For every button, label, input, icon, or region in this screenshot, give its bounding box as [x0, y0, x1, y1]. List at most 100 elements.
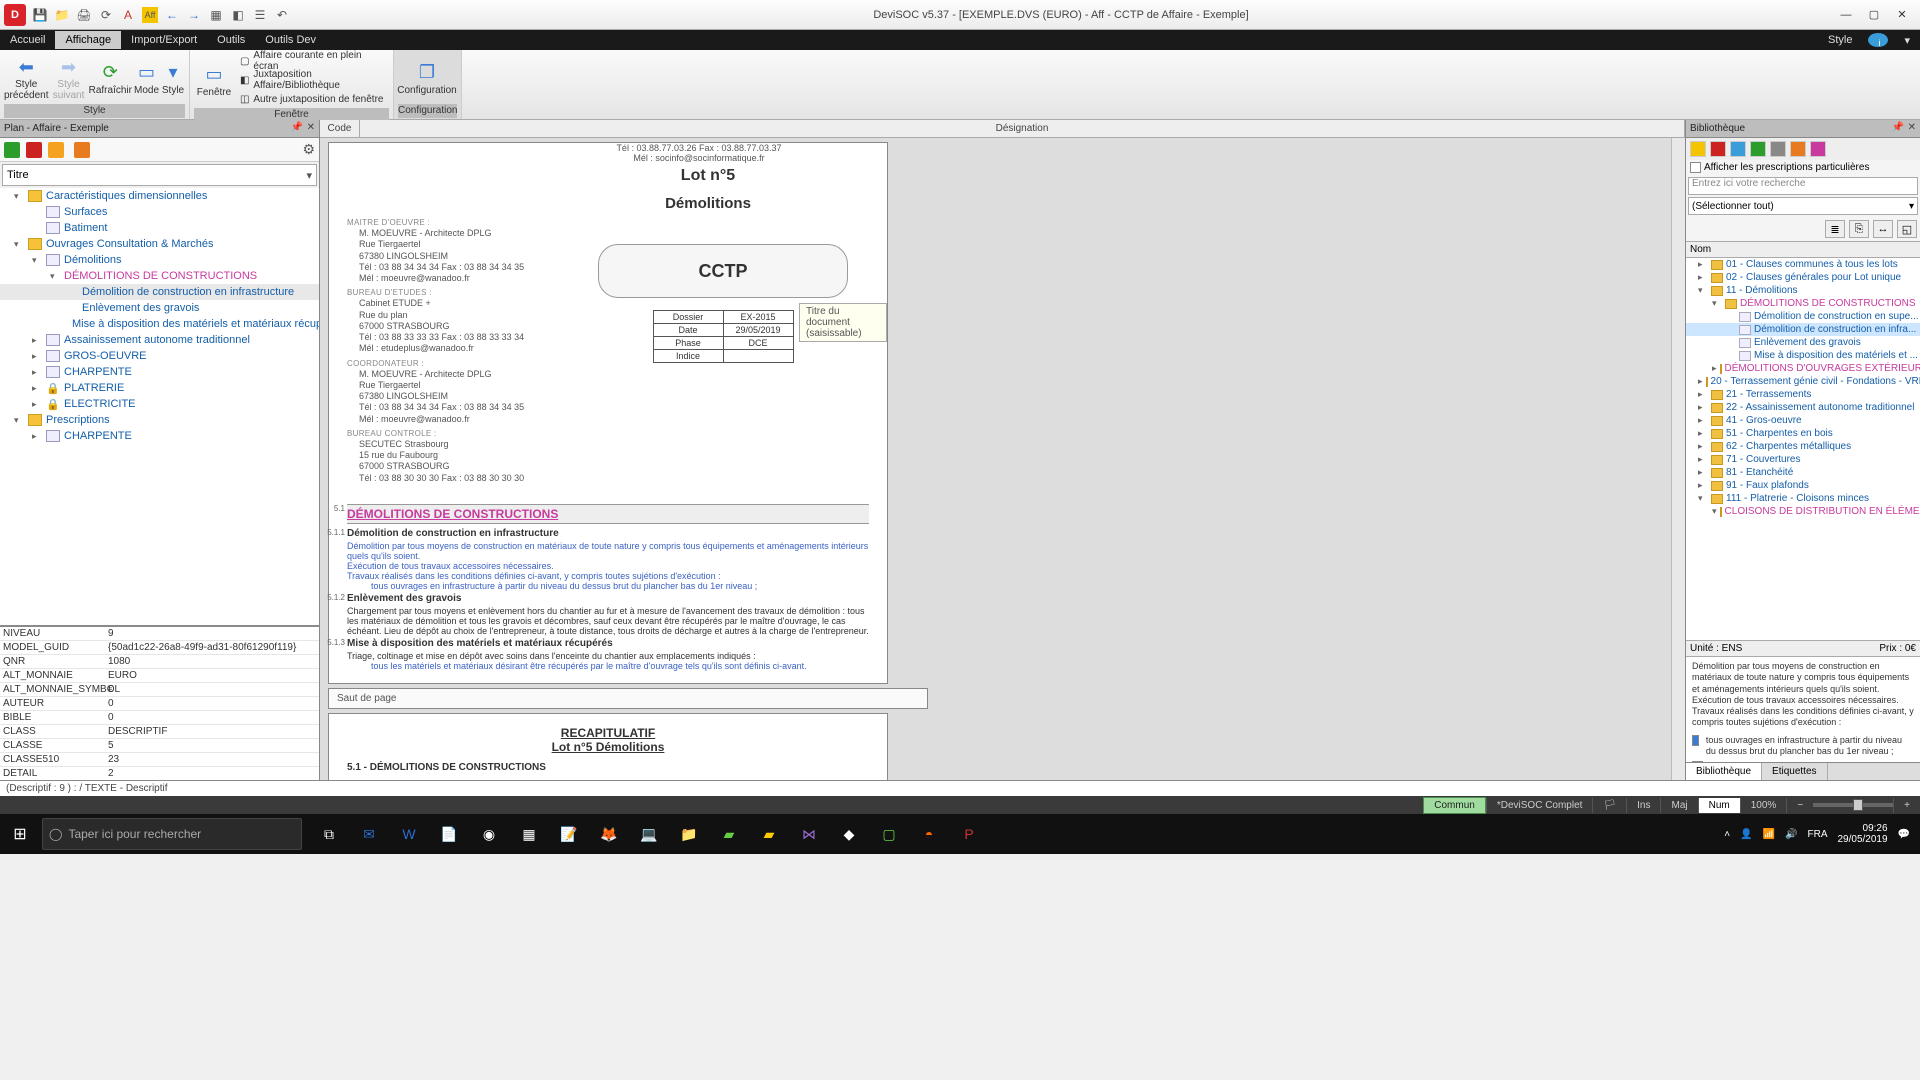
gear-icon[interactable]: ⚙ [302, 141, 315, 158]
expander-icon[interactable]: ▸ [1698, 480, 1708, 491]
expander-icon[interactable]: ▸ [1698, 389, 1708, 400]
chrome-icon[interactable]: ◉ [470, 815, 508, 853]
expander-icon[interactable]: ▸ [32, 351, 42, 362]
arrow-right-icon[interactable]: → [186, 7, 202, 23]
fullscreen-option[interactable]: ▢Affaire courante en plein écran [236, 52, 389, 70]
menu-style[interactable]: Style [1818, 31, 1862, 49]
vs-icon[interactable]: ⋈ [790, 815, 828, 853]
property-row[interactable]: BIBLE0 [0, 711, 319, 725]
expander-icon[interactable]: ▸ [32, 367, 42, 378]
menu-import-export[interactable]: Import/Export [121, 31, 207, 49]
tree-node[interactable]: ▾Prescriptions [0, 412, 319, 428]
tree-node[interactable]: ▾Caractéristiques dimensionnelles [0, 188, 319, 204]
view-btn-2[interactable]: ⎘ [1849, 220, 1869, 238]
juxta-option[interactable]: ◧Juxtaposition Affaire/Bibliothèque [236, 71, 389, 89]
plan-tree[interactable]: ▾Caractéristiques dimensionnellesSurface… [0, 188, 319, 625]
expander-icon[interactable]: ▾ [1698, 493, 1708, 504]
bib-node[interactable]: ▸91 - Faux plafonds [1686, 479, 1920, 492]
bib-node[interactable]: ▸02 - Clauses générales pour Lot unique [1686, 271, 1920, 284]
bib-node[interactable]: Démolition de construction en infra... [1686, 323, 1920, 336]
tab-etiquettes[interactable]: Etiquettes [1762, 763, 1827, 780]
cctp-title-box[interactable]: CCTP [598, 244, 848, 298]
property-row[interactable]: DETAIL2 [0, 767, 319, 780]
outlook-icon[interactable]: ✉ [350, 815, 388, 853]
property-row[interactable]: QNR1080 [0, 655, 319, 669]
list-icon[interactable] [26, 142, 42, 158]
property-row[interactable]: CLASSE51023 [0, 753, 319, 767]
style-button[interactable]: ▾Style [161, 52, 185, 104]
bib-node[interactable]: ▸20 - Terrassement génie civil - Fondati… [1686, 375, 1920, 388]
document-scroll[interactable]: Tél : 03.88.77.03.26 Fax : 03.88.77.03.3… [320, 138, 1671, 780]
refresh-button[interactable]: ⟳Rafraîchir [89, 52, 132, 104]
tree-node[interactable]: ▸GROS-OEUVRE [0, 348, 319, 364]
col-code[interactable]: Code [320, 120, 360, 137]
tool-icon[interactable] [1810, 141, 1826, 157]
style-prev-button[interactable]: ⬅Style précédent [4, 52, 48, 104]
bib-node[interactable]: ▸62 - Charpentes métalliques [1686, 440, 1920, 453]
notepad-icon[interactable]: 📄 [430, 815, 468, 853]
print-icon[interactable]: 🖨 [76, 7, 92, 23]
property-row[interactable]: ALT_MONNAIEEURO [0, 669, 319, 683]
bib-nom-header[interactable]: Nom [1686, 241, 1920, 258]
window-icon[interactable]: ◧ [230, 7, 246, 23]
col-designation[interactable]: Désignation [360, 120, 1685, 137]
word-icon[interactable]: W [390, 815, 428, 853]
network-icon[interactable]: 📶 [1763, 829, 1775, 840]
calc-icon[interactable]: ▦ [510, 815, 548, 853]
expander-icon[interactable]: ▾ [14, 415, 24, 426]
tool-icon[interactable] [1770, 141, 1786, 157]
refresh-icon[interactable]: ⟳ [98, 7, 114, 23]
view-btn-4[interactable]: ◱ [1897, 220, 1917, 238]
expander-icon[interactable]: ▸ [32, 431, 42, 442]
taskbar-search[interactable]: ◯Taper ici pour rechercher [42, 818, 302, 850]
pin-icon[interactable]: 📌 [1892, 122, 1904, 133]
close-icon[interactable]: ✕ [1908, 122, 1916, 133]
expander-icon[interactable]: ▸ [1698, 272, 1708, 283]
expander-icon[interactable]: ▸ [1698, 376, 1703, 387]
zoom-slider[interactable] [1813, 803, 1893, 807]
bib-node[interactable]: Démolition de construction en supe... [1686, 310, 1920, 323]
expander-icon[interactable]: ▾ [50, 271, 60, 282]
tray-chevron-up-icon[interactable]: ˄ [1724, 829, 1730, 840]
menubar-chevron-icon[interactable]: ▾ [1894, 31, 1920, 50]
zoom-out-icon[interactable]: − [1786, 798, 1813, 813]
view-btn-1[interactable]: ≣ [1825, 220, 1845, 238]
tree-node[interactable]: ▸🔒ELECTRICITE [0, 396, 319, 412]
app-icon[interactable]: ◓ [910, 815, 948, 853]
tree-node[interactable]: Démolition de construction en infrastruc… [0, 284, 319, 300]
mode-button[interactable]: ▭Mode [134, 52, 159, 104]
fenetre-button[interactable]: ▭Fenêtre [194, 54, 234, 106]
explorer-icon[interactable]: 📁 [670, 815, 708, 853]
close-button[interactable]: ✕ [1888, 5, 1916, 25]
style-next-button[interactable]: ➡Style suivant [50, 52, 86, 104]
property-row[interactable]: CLASSE5 [0, 739, 319, 753]
bib-node[interactable]: ▸71 - Couvertures [1686, 453, 1920, 466]
reload-icon[interactable] [4, 142, 20, 158]
minimize-button[interactable]: — [1832, 5, 1860, 25]
app-icon[interactable]: ▰ [710, 815, 748, 853]
bib-node[interactable]: ▾111 - Platrerie - Cloisons minces [1686, 492, 1920, 505]
app-icon[interactable]: ▰ [750, 815, 788, 853]
property-row[interactable]: NIVEAU9 [0, 627, 319, 641]
other-juxta-option[interactable]: ◫Autre juxtaposition de fenêtre [236, 90, 389, 108]
expander-icon[interactable]: ▸ [1698, 467, 1708, 478]
footer-flag-icon[interactable]: 🏳 [1592, 798, 1626, 813]
grid-icon[interactable]: ▦ [208, 7, 224, 23]
tree-node[interactable]: ▸🔒PLATRERIE [0, 380, 319, 396]
bib-select-all[interactable]: (Sélectionner tout)▾ [1688, 197, 1918, 215]
properties-grid[interactable]: NIVEAU9MODEL_GUID{50ad1c22-26a8-49f9-ad3… [0, 625, 319, 780]
tree-node[interactable]: Mise à disposition des matériels et maté… [0, 316, 319, 332]
bib-node[interactable]: Enlèvement des gravois [1686, 336, 1920, 349]
expander-icon[interactable]: ▸ [1698, 402, 1708, 413]
tree-node[interactable]: ▸Assainissement autonome traditionnel [0, 332, 319, 348]
tool-icon[interactable] [1750, 141, 1766, 157]
sticky-icon[interactable]: 📝 [550, 815, 588, 853]
footer-devisoc[interactable]: *DeviSOC Complet [1486, 798, 1593, 813]
bib-node[interactable]: Mise à disposition des matériels et ... [1686, 349, 1920, 362]
tree-node[interactable]: ▾Démolitions [0, 252, 319, 268]
menu-outils-dev[interactable]: Outils Dev [255, 31, 326, 49]
menu-outils[interactable]: Outils [207, 31, 255, 49]
start-button[interactable]: ⊞ [0, 814, 40, 854]
footer-commun[interactable]: Commun [1423, 797, 1486, 814]
menu-affichage[interactable]: Affichage [55, 31, 121, 49]
